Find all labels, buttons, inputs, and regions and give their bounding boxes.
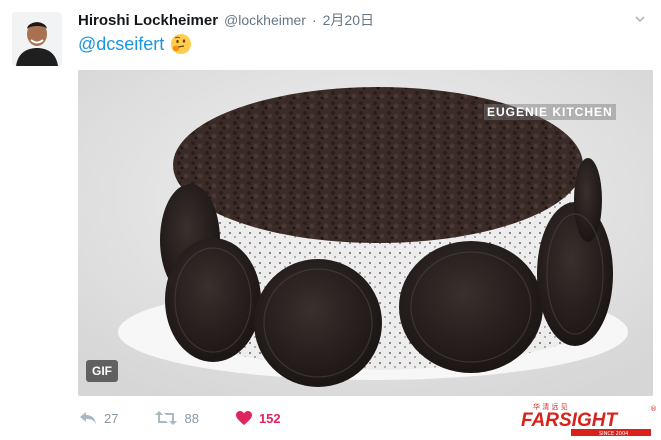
avatar-photo	[12, 12, 62, 66]
chevron-down-icon[interactable]	[635, 14, 645, 24]
retweet-button[interactable]: 88	[154, 410, 199, 426]
brand-registered: ®	[650, 405, 657, 413]
brand-sub-text: SINCE 2004	[599, 431, 628, 437]
display-name[interactable]: Hiroshi Lockheimer	[78, 12, 218, 29]
farsight-logo: 华 清 远 见 FARSIGHT ® SINCE 2004	[521, 402, 657, 437]
gif-badge: GIF	[86, 360, 118, 382]
like-button[interactable]: 152	[235, 410, 281, 426]
separator: ·	[311, 12, 317, 28]
reply-icon	[80, 412, 96, 424]
media-watermark: EUGENIE KITCHEN	[484, 104, 616, 120]
reply-button[interactable]: 27	[78, 410, 118, 426]
retweet-count: 88	[184, 410, 199, 426]
timestamp[interactable]: 2月20日	[323, 10, 374, 30]
reply-count: 27	[104, 410, 119, 426]
avatar[interactable]	[12, 12, 62, 66]
heart-icon	[235, 411, 252, 425]
mention-link[interactable]: @dcseifert	[78, 34, 164, 55]
retweet-icon	[155, 411, 178, 425]
brand-logo-text: FARSIGHT	[521, 410, 618, 431]
user-handle[interactable]: @lockheimer	[224, 12, 306, 28]
tweet-text: @dcseifert	[78, 33, 192, 55]
like-count: 152	[258, 410, 281, 426]
tweet-actions: 27 88 152	[78, 406, 317, 430]
media-gif[interactable]: EUGENIE KITCHEN GIF	[78, 70, 653, 396]
tweet-header: Hiroshi Lockheimer @lockheimer · 2月20日	[78, 10, 641, 32]
thinking-face-icon	[171, 34, 192, 54]
